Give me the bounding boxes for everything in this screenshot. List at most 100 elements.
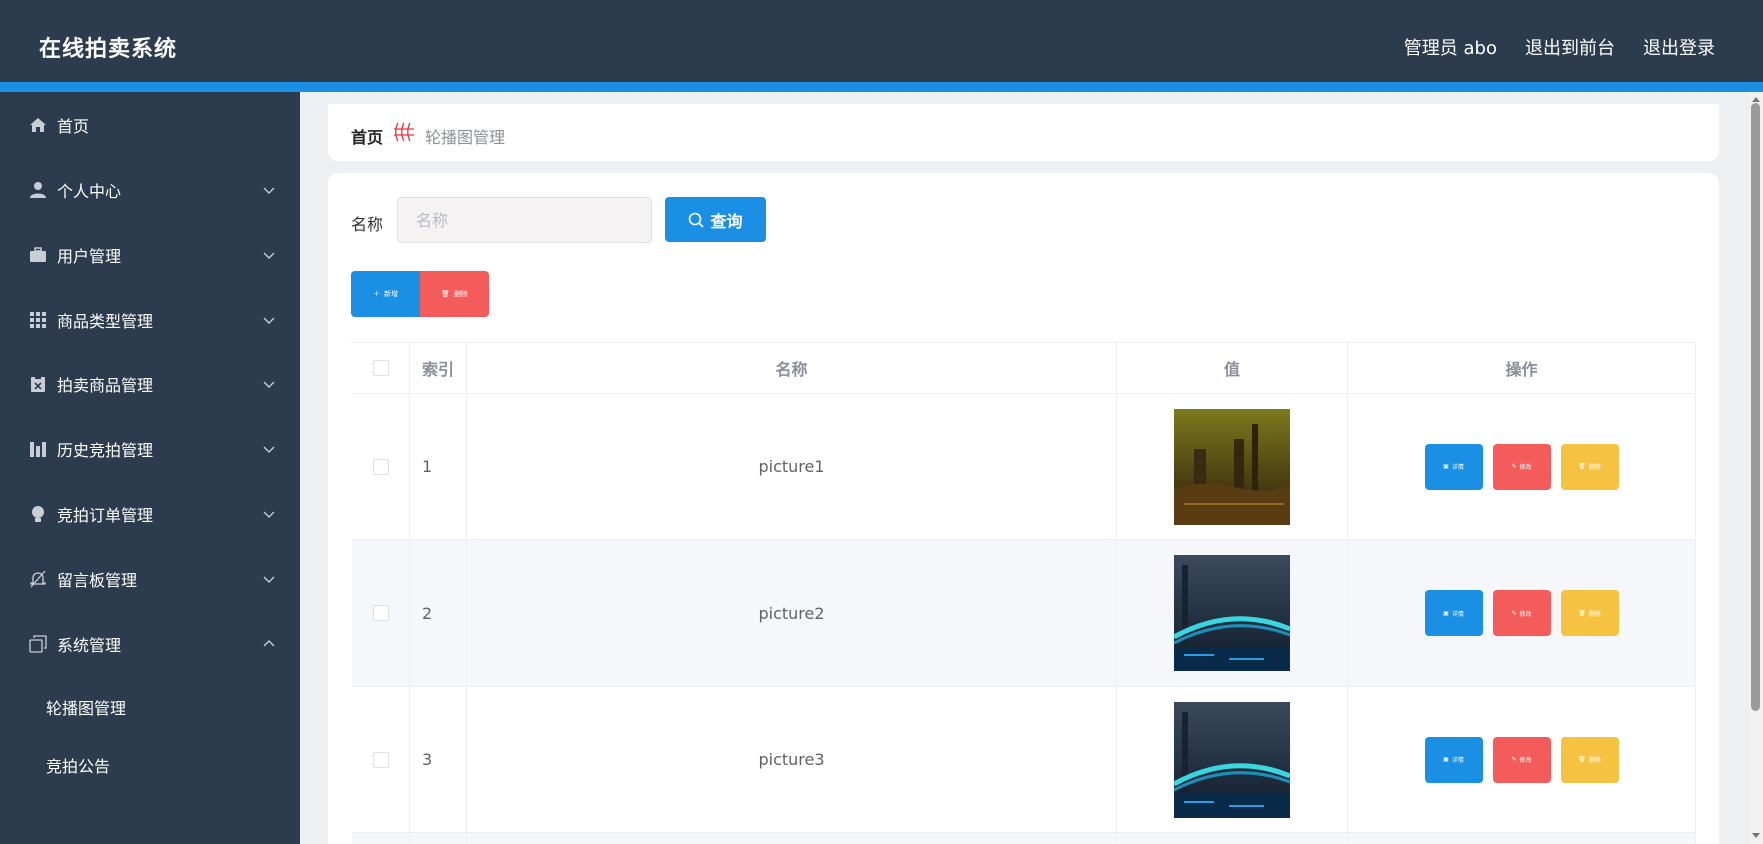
row-checkbox[interactable]: [372, 605, 389, 621]
table-row: 3 picture3 ▣ 详情 ✎ 修改 🗑 删除: [352, 687, 1696, 833]
delete-button[interactable]: 🗑 删除: [1560, 443, 1619, 490]
trash-icon: 🗑: [1578, 609, 1586, 617]
edit-icon: ✎: [1511, 463, 1517, 470]
table-row: [352, 833, 1696, 844]
breadcrumb-home[interactable]: 首页: [351, 124, 383, 148]
row-name: picture2: [467, 540, 1117, 687]
row-index: 1: [410, 394, 467, 540]
add-button-label: 新增: [384, 290, 398, 298]
sidebar-item-message-board[interactable]: 留言板管理: [0, 557, 300, 601]
breadcrumb: 首页 轮播图管理: [328, 104, 1719, 161]
scroll-up-icon[interactable]: [1750, 94, 1762, 104]
sidebar-item-label: 留言板管理: [57, 571, 138, 590]
sidebar-item-profile[interactable]: 个人中心: [0, 168, 300, 212]
sidebar-item-auction-products[interactable]: 拍卖商品管理: [0, 362, 300, 406]
edit-button[interactable]: ✎ 修改: [1492, 590, 1551, 636]
chart-icon: [28, 439, 48, 459]
admin-user-link[interactable]: 管理员 abo: [1404, 34, 1497, 60]
select-all-checkbox[interactable]: [372, 360, 389, 376]
sidebar-item-label: 历史竞拍管理: [57, 441, 154, 460]
column-header-name: 名称: [467, 343, 1117, 394]
add-button[interactable]: ＋ 新增: [351, 271, 420, 317]
sidebar-subitem-carousel[interactable]: 轮播图管理: [46, 695, 126, 719]
edit-icon: ✎: [1511, 609, 1517, 617]
query-button-label: 查询: [710, 211, 743, 231]
sidebar-item-label: 个人中心: [57, 182, 122, 201]
sidebar-item-label: 首页: [57, 117, 90, 136]
sidebar-item-system[interactable]: 系统管理: [0, 622, 300, 666]
app-title: 在线拍卖系统: [39, 37, 178, 62]
sidebar-item-label: 竞拍订单管理: [57, 506, 154, 525]
row-index: 3: [410, 687, 467, 833]
table-row: 1 picture1 ▣ 详情 ✎ 修改 🗑 删除: [352, 394, 1696, 540]
copy-icon: [28, 634, 48, 654]
briefcase-icon: [28, 245, 48, 265]
table-row: 2 picture2 ▣ 详情 ✎ 修改 🗑 删除: [352, 540, 1696, 687]
bulb-icon: [28, 504, 48, 524]
detail-button[interactable]: ▣ 详情: [1424, 443, 1483, 490]
sidebar-item-bid-orders[interactable]: 竞拍订单管理: [0, 492, 300, 536]
chevron-down-icon: [263, 252, 275, 259]
sidebar-item-product-types[interactable]: 商品类型管理: [0, 298, 300, 342]
detail-icon: ▣: [1443, 463, 1449, 470]
detail-icon: ▣: [1443, 609, 1449, 617]
trash-icon: 🗑: [1578, 756, 1586, 763]
scroll-down-icon[interactable]: [1750, 831, 1762, 841]
detail-button[interactable]: ▣ 详情: [1424, 590, 1483, 636]
clipboard-icon: [28, 374, 48, 394]
grid-icon: [28, 310, 48, 330]
row-name: picture3: [467, 687, 1117, 833]
delete-button[interactable]: 🗑 删除: [1560, 736, 1619, 783]
chevron-down-icon: [263, 187, 275, 194]
detail-icon: ▣: [1443, 756, 1449, 763]
search-icon: [689, 212, 705, 228]
logout-link[interactable]: 退出登录: [1643, 34, 1715, 60]
sidebar-item-users[interactable]: 用户管理: [0, 233, 300, 277]
sidebar-item-label: 用户管理: [57, 247, 122, 266]
content-card: 名称 查询 ＋ 新增 🗑 删除 索引 名称 值 操作 1 picture1: [328, 173, 1719, 844]
row-checkbox[interactable]: [372, 751, 389, 768]
top-header: 在线拍卖系统 管理员 abo 退出到前台 退出登录: [0, 0, 1763, 92]
scrollbar-thumb[interactable]: [1751, 103, 1760, 711]
column-header-value: 值: [1117, 343, 1348, 394]
sidebar-subitem-announcement[interactable]: 竞拍公告: [46, 753, 110, 777]
batch-delete-button[interactable]: 🗑 删除: [420, 271, 489, 317]
bridge-thumbnail-image[interactable]: [1174, 701, 1290, 818]
search-label: 名称: [351, 215, 384, 234]
edit-button[interactable]: ✎ 修改: [1492, 736, 1551, 783]
chevron-down-icon: [263, 576, 275, 583]
search-input[interactable]: [397, 197, 652, 243]
delete-button[interactable]: 🗑 删除: [1560, 590, 1619, 636]
header-accent-bar: [0, 82, 1763, 92]
edit-icon: ✎: [1511, 756, 1517, 763]
detail-button[interactable]: ▣ 详情: [1424, 736, 1483, 783]
delete-button-label: 删除: [453, 290, 468, 298]
trash-icon: 🗑: [441, 290, 450, 298]
breadcrumb-current: 轮播图管理: [425, 128, 506, 147]
column-header-actions: 操作: [1348, 343, 1696, 394]
exit-to-front-link[interactable]: 退出到前台: [1525, 34, 1615, 60]
row-name: picture1: [467, 394, 1117, 540]
sidebar-item-label: 拍卖商品管理: [57, 376, 154, 395]
chevron-down-icon: [263, 317, 275, 324]
home-icon: [28, 115, 48, 135]
chevron-down-icon: [263, 511, 275, 518]
sidebar: 首页 个人中心 用户管理 商品类型管理 拍卖商品管理 历史竞拍管理 竞拍订单管理…: [0, 92, 300, 844]
row-index: 2: [410, 540, 467, 687]
query-button[interactable]: 查询: [665, 197, 766, 242]
column-header-index: 索引: [410, 343, 467, 394]
breadcrumb-separator-icon: [394, 122, 414, 142]
sidebar-item-bid-history[interactable]: 历史竞拍管理: [0, 427, 300, 471]
bell-off-icon: [28, 569, 48, 589]
bridge-thumbnail-image[interactable]: [1174, 555, 1290, 671]
row-checkbox[interactable]: [372, 458, 389, 475]
sidebar-item-home[interactable]: 首页: [0, 103, 300, 147]
plus-icon: ＋: [373, 290, 380, 298]
carousel-table: 索引 名称 值 操作 1 picture1 ▣ 详情 ✎ 修改 🗑 删除 2 p…: [351, 342, 1696, 844]
trash-icon: 🗑: [1578, 463, 1586, 470]
header-links: 管理员 abo 退出到前台 退出登录: [1404, 34, 1715, 60]
chevron-down-icon: [263, 446, 275, 453]
sidebar-item-label: 商品类型管理: [57, 312, 154, 331]
edit-button[interactable]: ✎ 修改: [1492, 443, 1551, 490]
castle-thumbnail-image[interactable]: [1174, 408, 1290, 525]
